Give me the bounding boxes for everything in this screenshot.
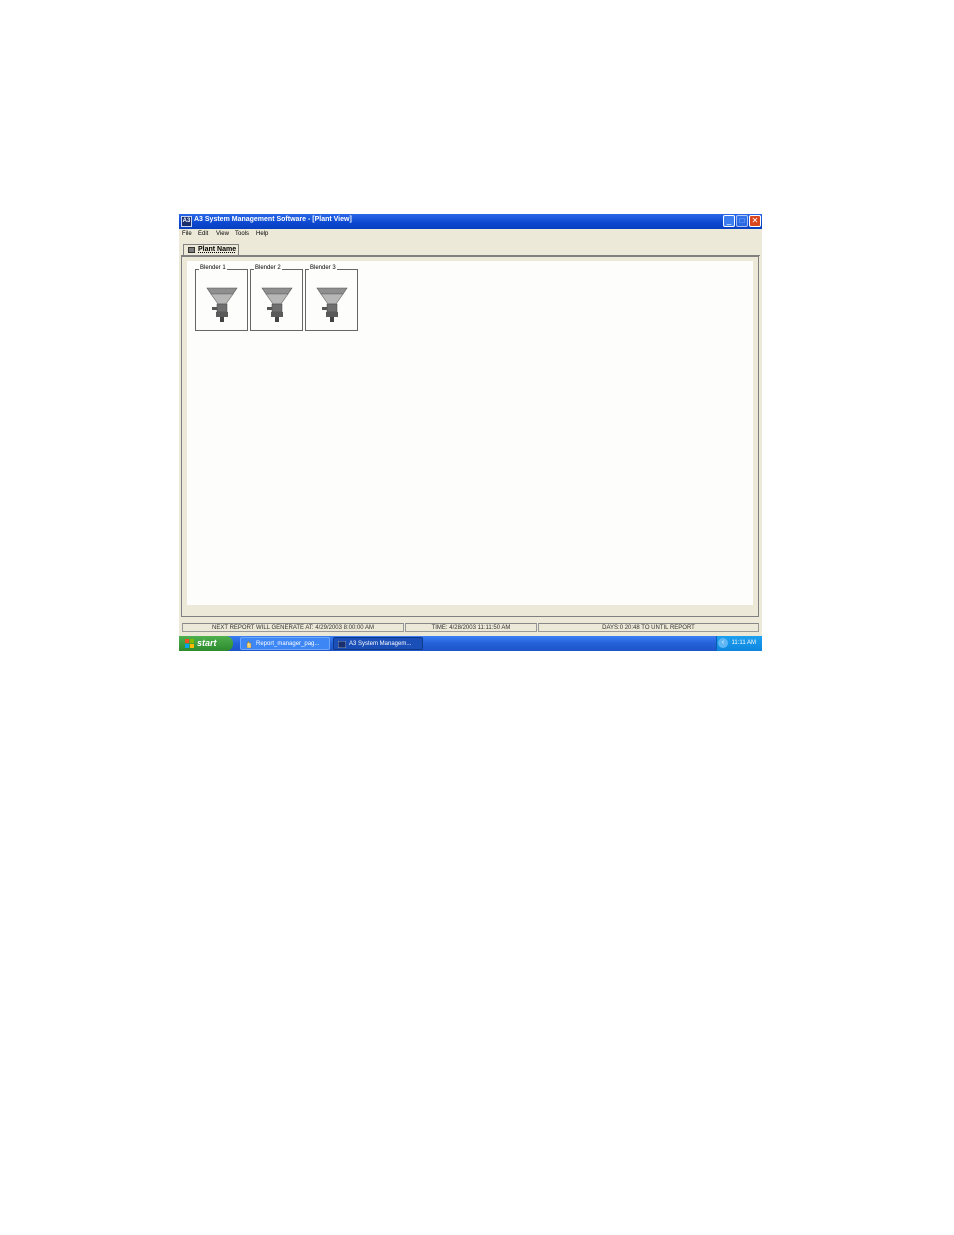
start-label: start bbox=[197, 638, 217, 648]
menu-view[interactable]: View bbox=[216, 231, 229, 237]
taskbar: start Report_manager_pag... A3 System Ma… bbox=[179, 636, 762, 651]
tray-clock[interactable]: 11:11 AM bbox=[732, 640, 756, 646]
app-icon[interactable]: A3 bbox=[181, 216, 192, 227]
maximize-button[interactable]: □ bbox=[736, 215, 748, 227]
blender-1-group[interactable]: Blender 1 bbox=[195, 265, 248, 331]
blender-icon[interactable] bbox=[314, 284, 350, 324]
blender-label: Blender 1 bbox=[199, 265, 227, 271]
tab-plant-name[interactable]: Plant Name bbox=[183, 244, 239, 255]
blender-label: Blender 3 bbox=[309, 265, 337, 271]
blender-3-group[interactable]: Blender 3 bbox=[305, 265, 358, 331]
blender-icon[interactable] bbox=[204, 284, 240, 324]
window-title: A3 System Management Software - [Plant V… bbox=[194, 216, 352, 223]
a3-app-icon bbox=[338, 641, 346, 648]
status-bar: NEXT REPORT WILL GENERATE AT: 4/29/2003 … bbox=[179, 622, 762, 633]
hand-icon bbox=[246, 641, 252, 648]
status-time: TIME: 4/28/2003 11:11:50 AM bbox=[405, 623, 537, 632]
menu-edit[interactable]: Edit bbox=[198, 231, 208, 237]
menu-file[interactable]: File bbox=[182, 231, 192, 237]
title-bar[interactable]: A3 A3 System Management Software - [Plan… bbox=[179, 214, 762, 229]
plant-canvas: Blender 1 Blender 2 Blender 3 bbox=[187, 261, 753, 605]
plant-view-panel: Blender 1 Blender 2 Blender 3 bbox=[181, 256, 759, 617]
minimize-button[interactable]: _ bbox=[723, 215, 735, 227]
taskbar-button-label: A3 System Managem... bbox=[349, 641, 412, 647]
system-tray: ‹ 11:11 AM bbox=[716, 636, 762, 651]
plant-icon bbox=[188, 247, 195, 253]
blender-label: Blender 2 bbox=[254, 265, 282, 271]
tab-strip: Plant Name bbox=[181, 241, 760, 256]
tray-expand-icon[interactable]: ‹ bbox=[718, 638, 728, 648]
start-button[interactable]: start bbox=[179, 636, 233, 651]
blender-icon[interactable] bbox=[259, 284, 295, 324]
windows-flag-icon bbox=[185, 639, 194, 648]
taskbar-button-label: Report_manager_pag... bbox=[256, 641, 320, 647]
menu-help[interactable]: Help bbox=[256, 231, 268, 237]
status-next-report: NEXT REPORT WILL GENERATE AT: 4/29/2003 … bbox=[182, 623, 404, 632]
taskbar-button-a3-system[interactable]: A3 System Managem... bbox=[333, 637, 423, 650]
menu-bar: File Edit View Tools Help bbox=[179, 230, 762, 240]
blender-2-group[interactable]: Blender 2 bbox=[250, 265, 303, 331]
tab-label: Plant Name bbox=[198, 246, 237, 253]
taskbar-button-report-manager[interactable]: Report_manager_pag... bbox=[240, 637, 330, 650]
status-days: DAYS:0 20:48 TO UNTIL REPORT bbox=[538, 623, 759, 632]
close-button[interactable]: ✕ bbox=[749, 215, 761, 227]
app-window: A3 A3 System Management Software - [Plan… bbox=[179, 214, 762, 651]
menu-tools[interactable]: Tools bbox=[235, 231, 249, 237]
